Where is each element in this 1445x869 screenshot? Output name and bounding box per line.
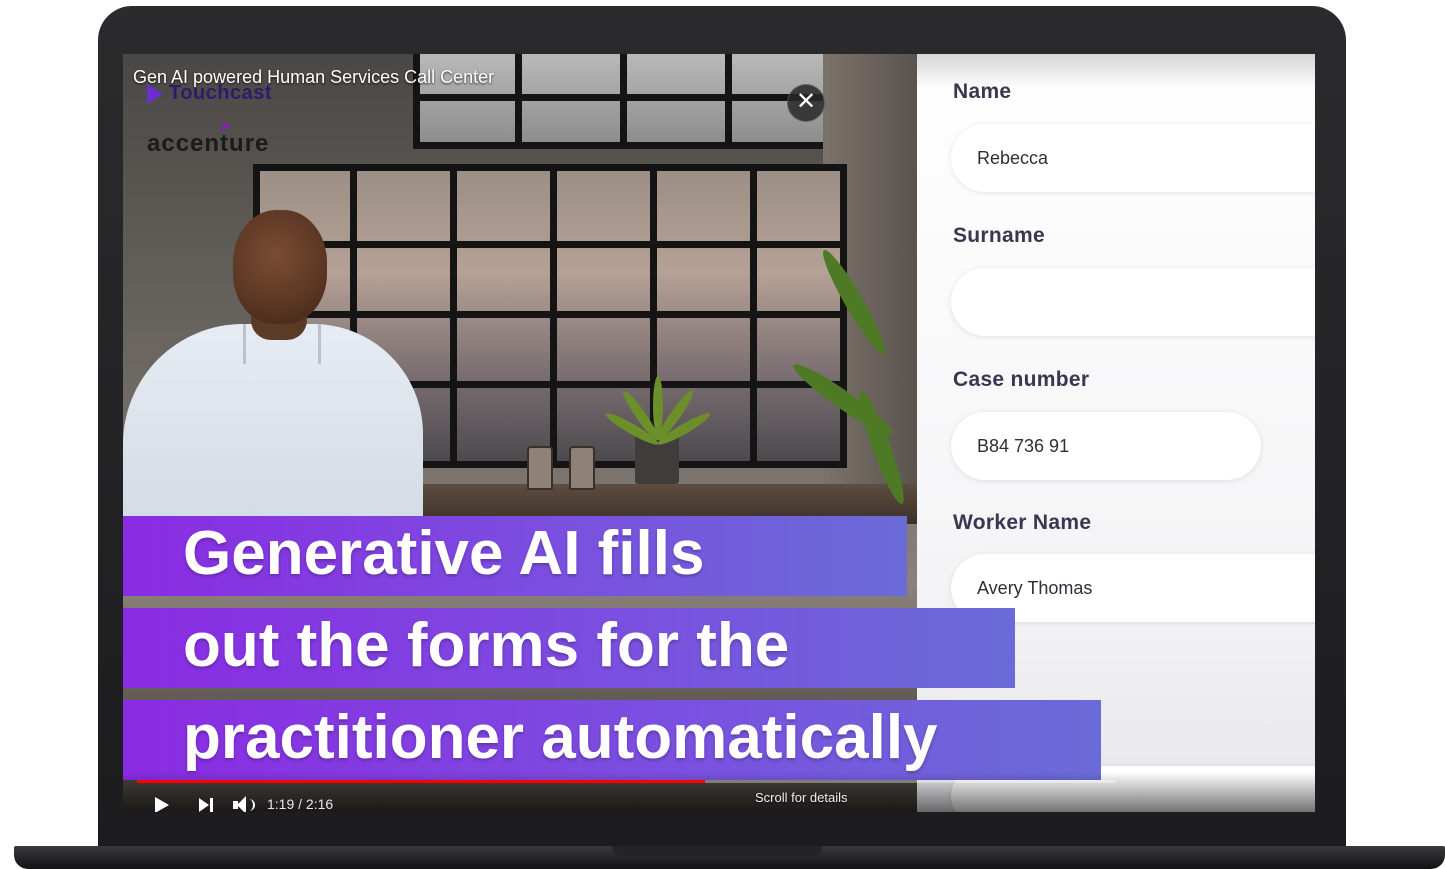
progress-fill xyxy=(137,780,706,783)
accenture-chevron: > xyxy=(221,118,231,134)
accenture-logo: > accenture xyxy=(147,118,270,158)
field-label-worker-name: Worker Name xyxy=(953,511,1092,534)
case-number-input[interactable]: B84 736 91 xyxy=(951,412,1261,480)
progress-bar[interactable] xyxy=(137,780,1115,783)
next-icon[interactable] xyxy=(199,798,213,812)
field-label-case-number: Case number xyxy=(953,368,1090,391)
field-label-name: Name xyxy=(953,80,1012,103)
presenter-head xyxy=(233,210,327,324)
jar xyxy=(527,446,553,490)
caption-line-1: Generative AI fills xyxy=(123,516,907,596)
close-icon[interactable]: ✕ xyxy=(787,84,825,122)
volume-icon[interactable] xyxy=(233,796,255,812)
video-title[interactable]: Gen AI powered Human Services Call Cente… xyxy=(133,67,494,88)
form-panel: Name Rebecca Surname Case number B84 736… xyxy=(917,54,1315,812)
accenture-logo-text: accenture xyxy=(147,130,270,157)
field-label-surname: Surname xyxy=(953,224,1045,247)
video-scene: Touchcast > accenture Gen AI powered Huma… xyxy=(123,54,917,812)
screen: Touchcast > accenture Gen AI powered Huma… xyxy=(123,54,1315,812)
name-input[interactable]: Rebecca xyxy=(951,124,1315,192)
caption-line-3: practitioner automatically xyxy=(123,700,1101,780)
play-icon[interactable] xyxy=(155,797,169,812)
scroll-hint[interactable]: Scroll for details xyxy=(755,790,847,805)
jar xyxy=(569,446,595,490)
time-display: 1:19 / 2:16 xyxy=(267,796,334,812)
caption-line-2: out the forms for the xyxy=(123,608,1015,688)
laptop-notch xyxy=(612,846,822,856)
surname-input[interactable] xyxy=(951,268,1315,336)
